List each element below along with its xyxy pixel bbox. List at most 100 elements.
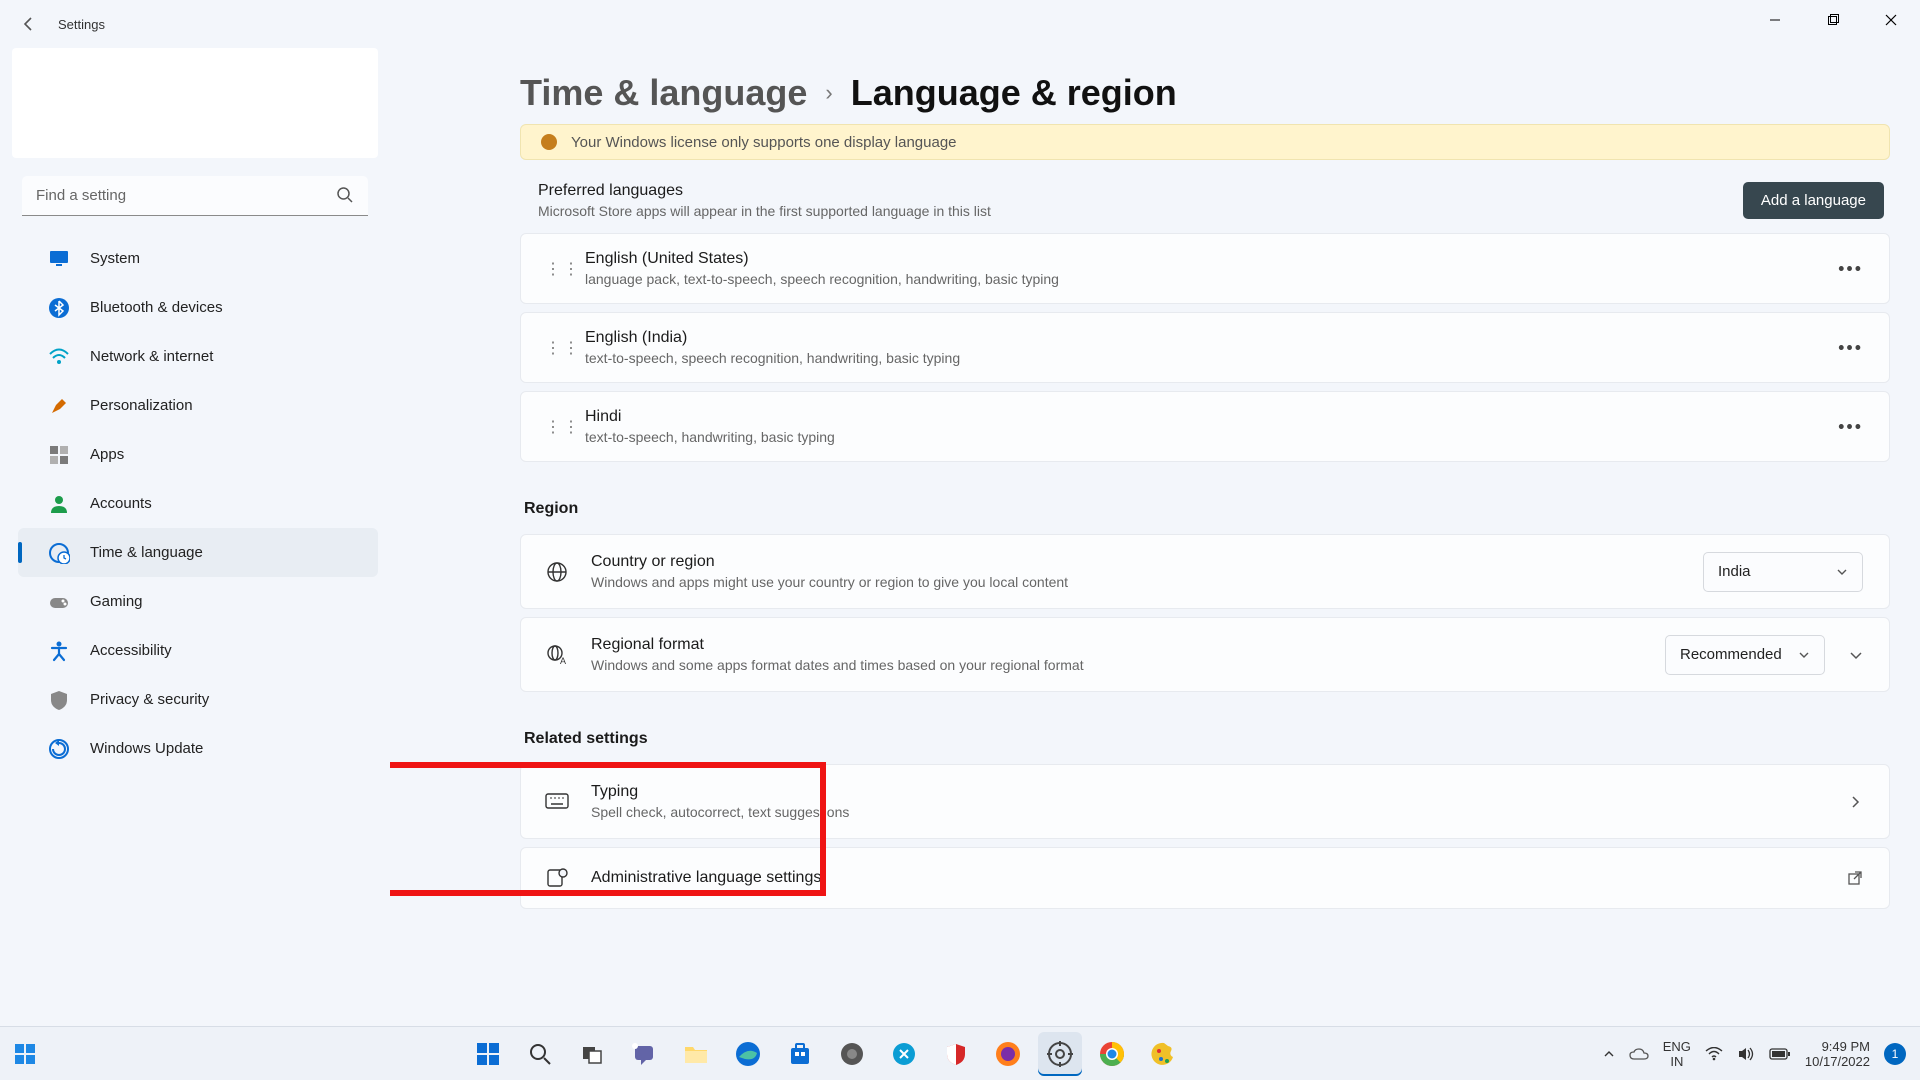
apps-icon [48, 444, 70, 466]
language-indicator[interactable]: ENG IN [1663, 1039, 1691, 1069]
format-dropdown[interactable]: Recommended [1665, 635, 1825, 675]
preferred-languages-header: Preferred languages Microsoft Store apps… [520, 180, 1890, 233]
language-item[interactable]: ⋮⋮English (India)text-to-speech, speech … [520, 312, 1890, 383]
wifi-icon [48, 346, 70, 368]
breadcrumb-parent[interactable]: Time & language [520, 72, 807, 114]
app-icon [840, 1042, 864, 1066]
palette-icon [1151, 1041, 1177, 1067]
widgets-icon [13, 1042, 37, 1066]
tray-chevron[interactable] [1603, 1048, 1615, 1060]
related-label: Related settings [524, 730, 1890, 748]
chrome-icon [1099, 1041, 1125, 1067]
maximize-icon [1827, 14, 1839, 26]
chevron-right-icon: › [825, 80, 832, 106]
language-item[interactable]: ⋮⋮Hinditext-to-speech, handwriting, basi… [520, 391, 1890, 462]
regional-format-row[interactable]: A Regional format Windows and some apps … [520, 617, 1890, 692]
maximize-button[interactable] [1804, 0, 1862, 40]
firefox-button[interactable] [986, 1032, 1030, 1076]
battery-icon[interactable] [1769, 1048, 1791, 1060]
taskbar-center [50, 1032, 1603, 1076]
windows-icon [475, 1041, 501, 1067]
sidebar-item-label: Bluetooth & devices [90, 299, 223, 316]
sidebar-item-label: Gaming [90, 593, 143, 610]
edge-button[interactable] [726, 1032, 770, 1076]
admin-icon [545, 866, 569, 890]
person-icon [48, 493, 70, 515]
user-card[interactable] [12, 48, 378, 158]
sidebar-item-network-internet[interactable]: Network & internet [18, 332, 378, 381]
back-button[interactable] [18, 13, 40, 35]
add-language-button[interactable]: Add a language [1743, 182, 1884, 219]
breadcrumb: Time & language › Language & region [520, 72, 1890, 114]
store-button[interactable] [778, 1032, 822, 1076]
sidebar-item-privacy-security[interactable]: Privacy & security [18, 675, 378, 724]
more-button[interactable]: ••• [1838, 258, 1863, 279]
sidebar-item-gaming[interactable]: Gaming [18, 577, 378, 626]
edge-icon [735, 1041, 761, 1067]
admin-lang-row[interactable]: Administrative language settings [520, 847, 1890, 909]
sidebar-item-label: Windows Update [90, 740, 203, 757]
minimize-button[interactable] [1746, 0, 1804, 40]
close-button[interactable] [1862, 0, 1920, 40]
keyboard-icon [545, 790, 569, 814]
store-icon [788, 1042, 812, 1066]
country-dropdown[interactable]: India [1703, 552, 1863, 592]
preferred-sub: Microsoft Store apps will appear in the … [538, 203, 991, 219]
onedrive-icon[interactable] [1629, 1047, 1649, 1061]
expand-button[interactable] [1849, 648, 1863, 662]
clock[interactable]: 9:49 PM 10/17/2022 [1805, 1039, 1870, 1069]
taskview-button[interactable] [570, 1032, 614, 1076]
banner-text: Your Windows license only supports one d… [571, 134, 957, 151]
content: Time & language › Language & region Your… [390, 48, 1920, 1026]
window-controls [1746, 0, 1920, 40]
language-name: English (India) [585, 329, 960, 347]
country-value: India [1718, 563, 1751, 580]
chrome-button[interactable] [1090, 1032, 1134, 1076]
app-3[interactable] [934, 1032, 978, 1076]
language-item[interactable]: ⋮⋮English (United States)language pack, … [520, 233, 1890, 304]
drag-handle-icon[interactable]: ⋮⋮ [545, 417, 563, 437]
format-title: Regional format [591, 636, 1084, 654]
folder-icon [683, 1043, 709, 1065]
sidebar-item-time-language[interactable]: Time & language [18, 528, 378, 577]
app-2[interactable] [882, 1032, 926, 1076]
search-input[interactable] [22, 176, 368, 216]
notification-badge[interactable]: 1 [1884, 1043, 1906, 1065]
brush-icon [48, 395, 70, 417]
sidebar-item-label: Network & internet [90, 348, 213, 365]
typing-row[interactable]: Typing Spell check, autocorrect, text su… [520, 764, 1890, 839]
paint-button[interactable] [1142, 1032, 1186, 1076]
widgets-button[interactable] [0, 1042, 50, 1066]
sidebar-item-label: System [90, 250, 140, 267]
more-button[interactable]: ••• [1838, 337, 1863, 358]
open-external-icon [1847, 870, 1863, 886]
drag-handle-icon[interactable]: ⋮⋮ [545, 259, 563, 279]
more-button[interactable]: ••• [1838, 416, 1863, 437]
sidebar-item-windows-update[interactable]: Windows Update [18, 724, 378, 773]
start-button[interactable] [466, 1032, 510, 1076]
sidebar-item-personalization[interactable]: Personalization [18, 381, 378, 430]
settings-button[interactable] [1038, 1032, 1082, 1076]
sidebar-item-bluetooth-devices[interactable]: Bluetooth & devices [18, 283, 378, 332]
drag-handle-icon[interactable]: ⋮⋮ [545, 338, 563, 358]
bluetooth-icon [48, 297, 70, 319]
app-1[interactable] [830, 1032, 874, 1076]
sidebar-item-system[interactable]: System [18, 234, 378, 283]
sidebar-item-label: Time & language [90, 544, 203, 561]
volume-icon[interactable] [1737, 1046, 1755, 1062]
explorer-button[interactable] [674, 1032, 718, 1076]
country-region-row[interactable]: Country or region Windows and apps might… [520, 534, 1890, 609]
format-value: Recommended [1680, 646, 1782, 663]
chevron-down-icon [1836, 566, 1848, 578]
search-button[interactable] [518, 1032, 562, 1076]
sidebar-item-accounts[interactable]: Accounts [18, 479, 378, 528]
sidebar-item-apps[interactable]: Apps [18, 430, 378, 479]
region-label: Region [524, 500, 1890, 518]
globe-icon [545, 560, 569, 584]
sidebar-item-accessibility[interactable]: Accessibility [18, 626, 378, 675]
chat-button[interactable] [622, 1032, 666, 1076]
wifi-icon[interactable] [1705, 1047, 1723, 1061]
shield-icon [944, 1042, 968, 1066]
chat-icon [632, 1042, 656, 1066]
system-tray: ENG IN 9:49 PM 10/17/2022 1 [1603, 1039, 1920, 1069]
